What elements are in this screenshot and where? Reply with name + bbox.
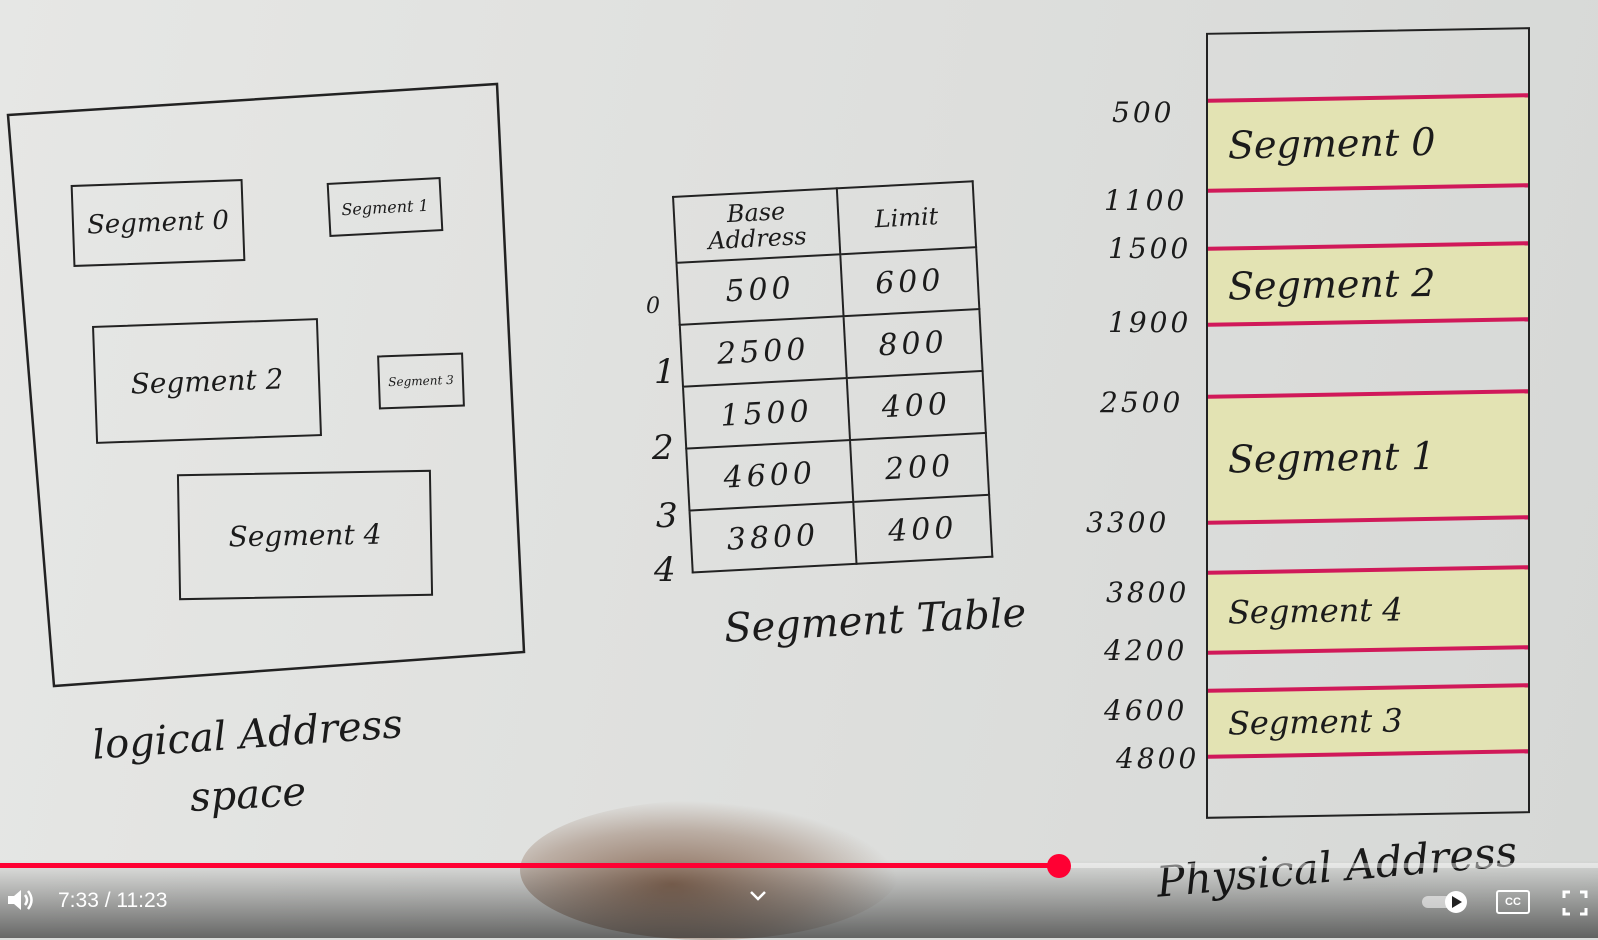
fullscreen-icon[interactable] xyxy=(1560,888,1590,918)
player-controls-overlay xyxy=(0,860,1598,938)
address-label: 2500 xyxy=(1100,386,1184,419)
logical-caption-line2: space xyxy=(188,768,308,822)
logical-segment-0: Segment 0 xyxy=(70,179,246,267)
header-base-address: Base Address xyxy=(673,188,841,263)
logical-segment-0-label: Segment 0 xyxy=(86,205,230,241)
video-frame[interactable]: Segment 0 Segment 1 Segment 2 Segment 3 … xyxy=(0,0,1598,940)
cell-limit: 600 xyxy=(840,247,980,317)
time-display: 7:33 / 11:23 xyxy=(58,889,168,912)
logical-segment-2: Segment 2 xyxy=(92,318,322,444)
table-index-0: 0 xyxy=(646,294,660,319)
table-index-4: 4 xyxy=(654,550,676,590)
logical-segment-3-label: Segment 3 xyxy=(388,372,454,390)
table-index-3: 3 xyxy=(656,496,678,536)
address-label: 3300 xyxy=(1086,506,1170,539)
cell-base: 1500 xyxy=(682,378,851,449)
progress-scrubber[interactable] xyxy=(1046,854,1071,878)
address-label: 1900 xyxy=(1108,306,1192,339)
logical-segment-1-label: Segment 1 xyxy=(340,195,430,219)
autoplay-toggle-icon[interactable] xyxy=(1420,890,1472,914)
physical-block-segment-3: Segment 3 xyxy=(1208,683,1528,759)
cell-base: 4600 xyxy=(686,440,854,511)
physical-block-segment-4: Segment 4 xyxy=(1208,565,1528,655)
physical-block-label: Segment 2 xyxy=(1228,260,1436,309)
logical-segment-4-label: Segment 4 xyxy=(228,517,382,553)
cell-base: 3800 xyxy=(689,501,857,573)
address-label: 1500 xyxy=(1108,232,1192,265)
physical-block-segment-0: Segment 0 xyxy=(1208,93,1528,193)
cell-base: 2500 xyxy=(679,316,847,387)
volume-icon[interactable] xyxy=(6,886,36,914)
address-label: 4200 xyxy=(1104,634,1188,667)
address-label: 4600 xyxy=(1104,694,1188,727)
physical-memory: Segment 0 Segment 2 Segment 1 Segment 4 … xyxy=(1206,27,1530,819)
physical-block-label: Segment 0 xyxy=(1228,119,1436,168)
address-label: 4800 xyxy=(1116,742,1200,775)
address-label: 500 xyxy=(1112,96,1175,129)
address-label: 3800 xyxy=(1106,576,1190,609)
physical-block-segment-1: Segment 1 xyxy=(1208,389,1528,525)
table-index-2: 2 xyxy=(652,428,674,468)
physical-block-label: Segment 1 xyxy=(1228,433,1436,482)
cell-limit: 400 xyxy=(846,370,986,441)
cell-limit: 400 xyxy=(853,494,993,564)
address-label: 1100 xyxy=(1104,184,1188,217)
logical-segment-4: Segment 4 xyxy=(176,469,434,601)
logical-segment-2-label: Segment 2 xyxy=(130,361,284,401)
physical-block-label: Segment 3 xyxy=(1228,701,1403,743)
segment-table: Base Address Limit 500 600 2500 800 1500… xyxy=(672,180,993,573)
cell-base: 500 xyxy=(676,254,844,325)
captions-icon[interactable]: CC xyxy=(1496,890,1530,914)
chevron-down-icon[interactable] xyxy=(748,888,768,904)
table-index-1: 1 xyxy=(654,352,676,392)
cell-limit: 200 xyxy=(850,432,990,502)
captions-label: CC xyxy=(1496,890,1530,914)
logical-segment-1: Segment 1 xyxy=(326,177,444,237)
physical-block-segment-2: Segment 2 xyxy=(1208,241,1528,327)
logical-segment-3: Segment 3 xyxy=(377,352,465,410)
physical-block-label: Segment 4 xyxy=(1228,590,1403,632)
header-limit: Limit xyxy=(836,181,977,255)
progress-played xyxy=(0,863,1059,868)
cell-limit: 800 xyxy=(843,309,983,379)
